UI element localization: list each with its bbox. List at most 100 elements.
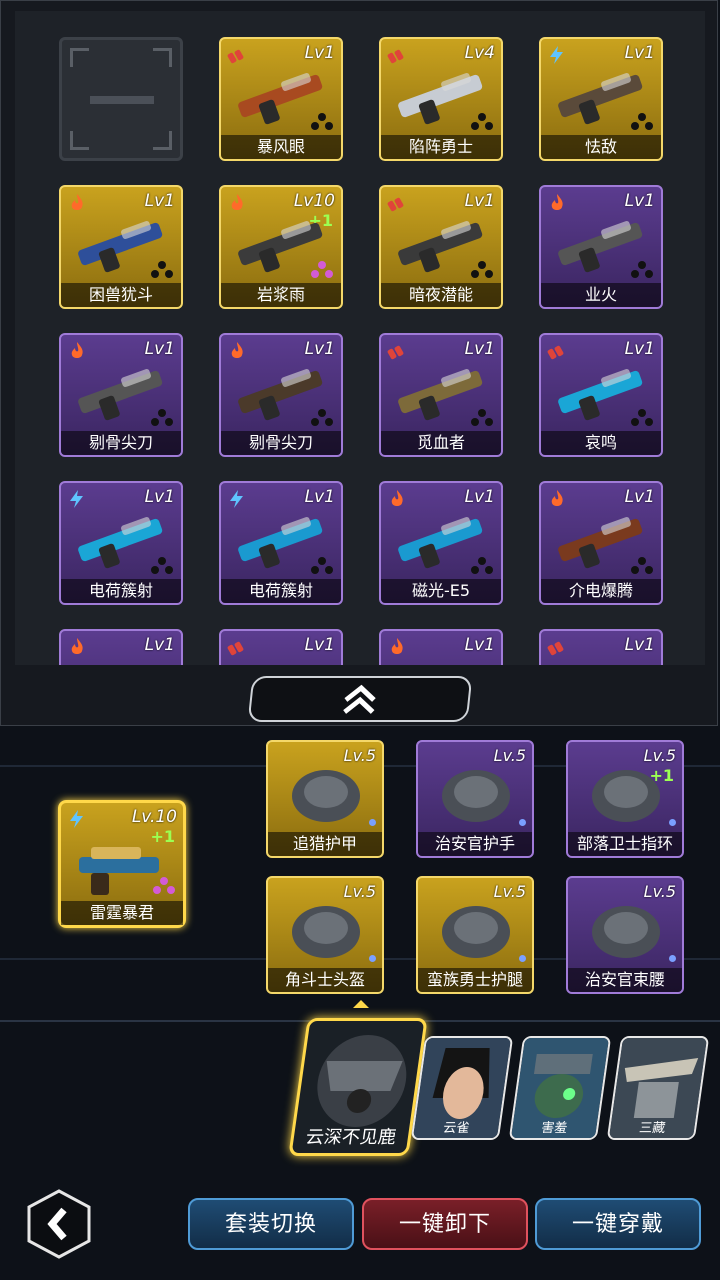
hero-card[interactable]: 云雀 (410, 1036, 514, 1140)
weapon-level: Lv1 (624, 635, 655, 655)
switch-set-button[interactable]: 套装切换 (188, 1198, 354, 1250)
weapon-item[interactable]: Lv1 电荷簇射 (219, 481, 343, 605)
equipment-image (292, 906, 360, 958)
hero-name: 云深不见鹿 (304, 1127, 398, 1148)
weapon-image (391, 653, 495, 665)
slot-corner (70, 48, 89, 67)
weapon-name: 介电爆腾 (541, 579, 661, 603)
weapon-name: 磁光-E5 (381, 579, 501, 603)
rarity-dots (151, 557, 173, 575)
equipment-dot (669, 955, 676, 962)
equipment-name: 部落卫士指环 (568, 832, 682, 856)
weapon-level: Lv1 (624, 487, 655, 507)
weapon-item[interactable]: Lv1 剔骨尖刀 (219, 333, 343, 457)
weapon-item[interactable]: Lv1 业火 (539, 185, 663, 309)
equipment-image (442, 770, 510, 822)
weapon-item[interactable]: Lv1 电荷簇射 (59, 481, 183, 605)
inventory-panel: Lv1 暴风眼 Lv4 陷阵勇士 Lv1 怯敌 Lv1 困兽犹斗 Lv10 +1 岩浆雨 Lv1 暗夜潜… (0, 0, 718, 726)
equipped-weapon-slot[interactable]: Lv.10 +1 雷霆暴君 (58, 800, 186, 928)
weapon-item[interactable]: Lv10 +1 岩浆雨 (219, 185, 343, 309)
weapon-level: Lv1 (144, 487, 175, 507)
weapon-level: Lv1 (304, 43, 335, 63)
empty-weapon-slot[interactable] (59, 37, 183, 161)
weapon-item[interactable]: Lv1 (379, 629, 503, 665)
weapon-level: Lv1 (144, 191, 175, 211)
weapon-level: Lv1 (464, 339, 495, 359)
hero-name: 害羞 (540, 1121, 569, 1136)
weapon-name: 岩浆雨 (221, 283, 341, 307)
equipment-slot[interactable]: Lv.5 追猎护甲 (266, 740, 384, 858)
hero-card[interactable]: 三藏 (606, 1036, 710, 1140)
weapon-name: 哀鸣 (541, 431, 661, 455)
equipment-name: 治安官护手 (418, 832, 532, 856)
hero-card[interactable]: 害羞 (508, 1036, 612, 1140)
equipment-name: 蛮族勇士护腿 (418, 968, 532, 992)
rarity-dots (471, 409, 493, 427)
weapon-item[interactable]: Lv1 哀鸣 (539, 333, 663, 457)
weapon-name: 电荷簇射 (61, 579, 181, 603)
unequip-all-button[interactable]: 一键卸下 (362, 1198, 528, 1250)
equipment-slot[interactable]: Lv.5 +1 部落卫士指环 (566, 740, 684, 858)
empty-slot-dash (90, 96, 154, 104)
back-arrow-icon (27, 1189, 91, 1259)
weapon-name: 剔骨尖刀 (61, 431, 181, 455)
weapon-level: Lv1 (464, 487, 495, 507)
weapon-item[interactable]: Lv1 暴风眼 (219, 37, 343, 161)
weapon-item[interactable]: Lv1 磁光-E5 (379, 481, 503, 605)
equipment-name: 追猎护甲 (268, 832, 382, 856)
weapon-item[interactable]: Lv1 暗夜潜能 (379, 185, 503, 309)
weapon-level: Lv1 (304, 635, 335, 655)
rarity-dots (631, 409, 653, 427)
rarity-dots (311, 409, 333, 427)
equip-all-button[interactable]: 一键穿戴 (535, 1198, 701, 1250)
hero-name: 三藏 (638, 1121, 667, 1136)
rarity-dots (311, 261, 333, 279)
equipment-slot[interactable]: Lv.5 蛮族勇士护腿 (416, 876, 534, 994)
equipment-image (592, 770, 660, 822)
equipment-name: 角斗士头盔 (268, 968, 382, 992)
back-button[interactable] (26, 1188, 92, 1260)
rarity-dots (151, 409, 173, 427)
weapon-name: 业火 (541, 283, 661, 307)
weapon-name: 剔骨尖刀 (221, 431, 341, 455)
weapon-item[interactable]: Lv1 (59, 629, 183, 665)
hero-card-selected[interactable]: 云深不见鹿 (288, 1018, 428, 1156)
equipment-slot[interactable]: Lv.5 角斗士头盔 (266, 876, 384, 994)
weapon-image (231, 653, 335, 665)
equipment-dot (369, 955, 376, 962)
weapon-item[interactable]: Lv1 介电爆腾 (539, 481, 663, 605)
rarity-dots (151, 261, 173, 279)
equipment-dot (369, 819, 376, 826)
weapon-item[interactable]: Lv1 (539, 629, 663, 665)
weapon-item[interactable]: Lv1 困兽犹斗 (59, 185, 183, 309)
slot-corner (153, 131, 172, 150)
weapon-level: Lv1 (624, 339, 655, 359)
weapon-name: 陷阵勇士 (381, 135, 501, 159)
rarity-dots (471, 557, 493, 575)
weapon-item[interactable]: Lv1 怯敌 (539, 37, 663, 161)
weapon-item[interactable]: Lv1 剔骨尖刀 (59, 333, 183, 457)
equipment-slot[interactable]: Lv.5 治安官束腰 (566, 876, 684, 994)
rarity-dots (631, 557, 653, 575)
weapon-level: Lv1 (464, 635, 495, 655)
inventory-grid-viewport[interactable]: Lv1 暴风眼 Lv4 陷阵勇士 Lv1 怯敌 Lv1 困兽犹斗 Lv10 +1 岩浆雨 Lv1 暗夜潜… (15, 11, 705, 665)
weapon-image (71, 653, 175, 665)
weapon-level: Lv1 (304, 339, 335, 359)
weapon-level: Lv4 (464, 43, 495, 63)
equipment-dot (669, 819, 676, 826)
weapon-name: 雷霆暴君 (61, 901, 183, 925)
weapon-level: Lv1 (144, 339, 175, 359)
weapon-item[interactable]: Lv4 陷阵勇士 (379, 37, 503, 161)
rarity-dots (311, 557, 333, 575)
weapon-item[interactable]: Lv1 (219, 629, 343, 665)
equipment-image (442, 906, 510, 958)
weapon-image (551, 653, 655, 665)
slot-corner (70, 131, 89, 150)
rarity-dots (471, 261, 493, 279)
equipment-slot[interactable]: Lv.5 治安官护手 (416, 740, 534, 858)
collapse-button[interactable] (247, 676, 473, 722)
equipment-image (292, 770, 360, 822)
weapon-level: Lv1 (144, 635, 175, 655)
weapon-level: Lv1 (304, 487, 335, 507)
weapon-item[interactable]: Lv1 觅血者 (379, 333, 503, 457)
